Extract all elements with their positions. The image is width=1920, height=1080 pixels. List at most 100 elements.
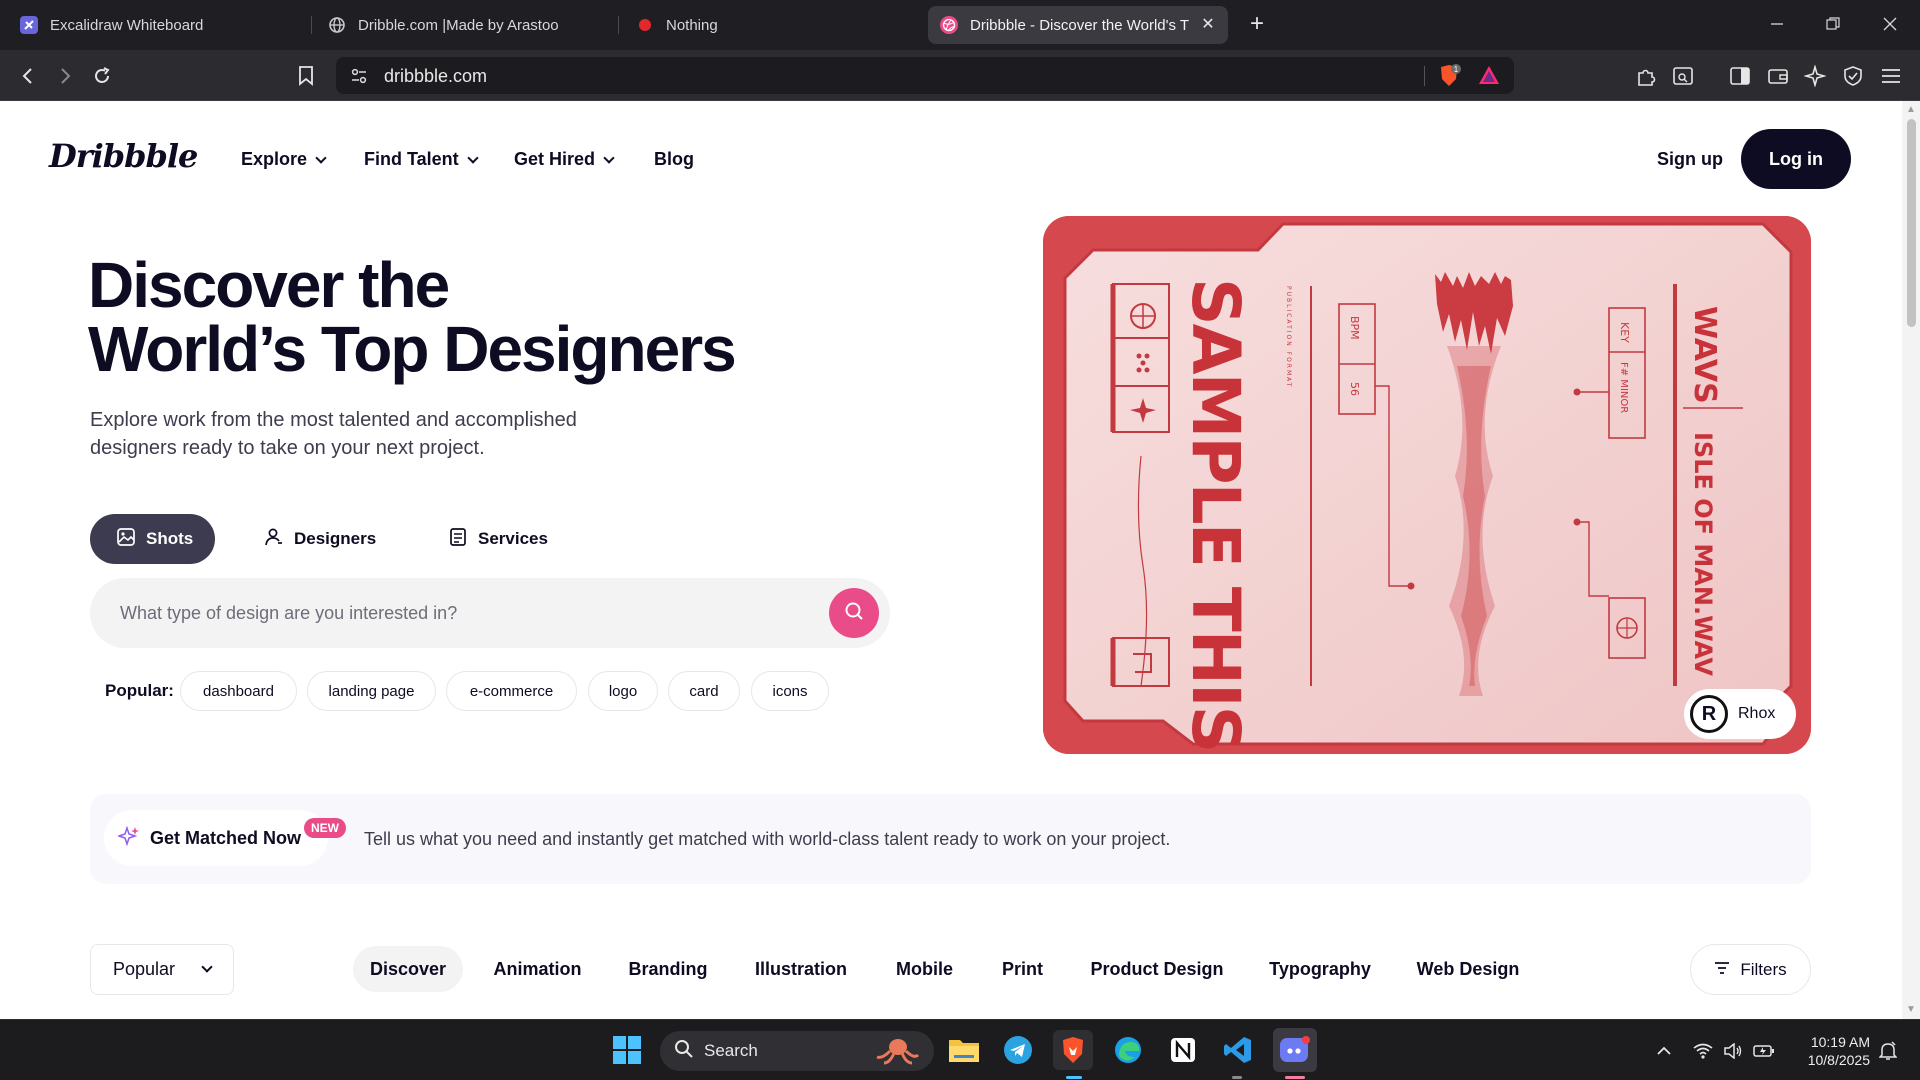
hero-shot-card[interactable]: SAMPLE THIS PUBLICATION FORMAT BPM 56 KE…	[1043, 216, 1811, 754]
leo-ai-icon[interactable]	[1801, 62, 1829, 90]
forward-icon[interactable]	[51, 62, 79, 90]
category-product-design[interactable]: Product Design	[1084, 946, 1230, 992]
nav-blog-label: Blog	[654, 149, 694, 169]
taskbar-clock[interactable]: 10:19 AM 10/8/2025	[1790, 1033, 1870, 1069]
tab-nothing[interactable]: Nothing	[624, 6, 924, 44]
notion-icon[interactable]	[1163, 1030, 1203, 1070]
category-mobile[interactable]: Mobile	[882, 946, 967, 992]
avatar: R	[1690, 695, 1728, 733]
scroll-up-icon[interactable]: ▲	[1906, 105, 1916, 115]
volume-icon[interactable]	[1722, 1039, 1744, 1063]
popular-tag-card[interactable]: card	[668, 671, 740, 711]
brave-shields-icon[interactable]: 1	[1436, 63, 1462, 94]
brave-browser-icon[interactable]	[1053, 1030, 1093, 1070]
notification-bell-icon[interactable]	[1876, 1039, 1900, 1063]
bookmark-icon[interactable]	[292, 62, 320, 90]
battery-icon[interactable]	[1752, 1039, 1776, 1063]
category-discover[interactable]: Discover	[353, 946, 463, 992]
restore-icon[interactable]	[1820, 12, 1846, 38]
taskbar-search-label: Search	[704, 1041, 758, 1060]
hero-title-line-1: Discover the	[88, 249, 450, 321]
address-separator	[1424, 66, 1425, 86]
menu-icon[interactable]	[1877, 62, 1905, 90]
excalidraw-icon	[20, 16, 38, 34]
discord-icon[interactable]	[1273, 1028, 1317, 1072]
edge-icon[interactable]	[1108, 1030, 1148, 1070]
clock-date: 10/8/2025	[1807, 1052, 1870, 1068]
nav-find-talent[interactable]: Find Talent	[364, 149, 479, 170]
sign-up-link[interactable]: Sign up	[1657, 149, 1723, 170]
telegram-icon[interactable]	[998, 1030, 1038, 1070]
dribbble-logo[interactable]: Dribbble	[49, 137, 198, 175]
category-illustration[interactable]: Illustration	[745, 946, 857, 992]
search-bar	[90, 578, 890, 648]
search-tab-services[interactable]: Services	[422, 514, 574, 564]
card-bpm-value: 56	[1348, 382, 1361, 396]
wallet-icon[interactable]	[1764, 62, 1792, 90]
popular-tag-e-commerce[interactable]: e-commerce	[446, 671, 577, 711]
extensions-icon[interactable]	[1632, 62, 1660, 90]
log-in-button[interactable]: Log in	[1741, 129, 1851, 189]
search-button[interactable]	[829, 588, 879, 638]
close-tab-icon[interactable]: ✕	[1198, 15, 1218, 35]
brave-rewards-icon[interactable]	[1478, 65, 1500, 90]
tab-dribbble-active[interactable]: Dribbble - Discover the World's T ✕	[928, 6, 1228, 44]
category-print[interactable]: Print	[990, 946, 1055, 992]
scroll-down-icon[interactable]: ▼	[1906, 1005, 1916, 1015]
search-tab-shots[interactable]: Shots	[90, 514, 215, 564]
filters-button[interactable]: Filters	[1690, 944, 1811, 995]
url-text[interactable]: dribbble.com	[384, 66, 487, 87]
vpn-icon[interactable]	[1839, 62, 1867, 90]
nav-get-hired[interactable]: Get Hired	[514, 149, 615, 170]
chevron-down-icon	[315, 151, 327, 164]
sort-dropdown-value: Popular	[113, 959, 176, 979]
page-content: Dribbble Explore Find Talent Get Hired B…	[0, 101, 1920, 1019]
category-animation[interactable]: Animation	[480, 946, 595, 992]
shot-author-badge[interactable]: R Rhox	[1684, 689, 1796, 739]
new-badge: NEW	[304, 818, 346, 838]
nav-blog[interactable]: Blog	[654, 149, 694, 170]
scroll-thumb[interactable]	[1907, 119, 1916, 327]
chevron-up-icon[interactable]	[1654, 1039, 1674, 1063]
nav-explore[interactable]: Explore	[241, 149, 327, 170]
popular-tag-logo[interactable]: logo	[588, 671, 658, 711]
site-settings-icon[interactable]	[350, 67, 368, 90]
popular-label: Popular:	[105, 681, 174, 700]
active-app-indicator	[1066, 1076, 1082, 1079]
page-scrollbar[interactable]: ▲ ▼	[1902, 101, 1920, 1019]
sort-dropdown[interactable]: Popular	[90, 944, 234, 995]
category-branding[interactable]: Branding	[618, 946, 718, 992]
back-icon[interactable]	[14, 62, 42, 90]
search-input[interactable]	[120, 578, 800, 648]
active-app-indicator	[1285, 1076, 1305, 1079]
category-typography[interactable]: Typography	[1262, 946, 1378, 992]
popular-tag-landing-page[interactable]: landing page	[307, 671, 436, 711]
search-tab-designers[interactable]: Designers	[238, 514, 402, 564]
close-window-icon[interactable]	[1877, 12, 1903, 38]
running-app-indicator	[1232, 1076, 1242, 1079]
category-web-design[interactable]: Web Design	[1408, 946, 1528, 992]
card-side-text-1: WAVS	[1687, 306, 1722, 404]
dribbble-icon	[940, 16, 958, 34]
new-tab-button[interactable]: +	[1244, 12, 1270, 38]
tab-dribble-arastoo[interactable]: Dribble.com |Made by Arastoo	[316, 6, 616, 44]
sidebar-icon[interactable]	[1726, 62, 1754, 90]
popular-tag-dashboard[interactable]: dashboard	[180, 671, 297, 711]
address-bar[interactable]: dribbble.com 1	[336, 57, 1514, 94]
tab-excalidraw[interactable]: Excalidraw Whiteboard	[8, 6, 308, 44]
vscode-icon[interactable]	[1218, 1030, 1258, 1070]
reload-icon[interactable]	[88, 62, 116, 90]
reader-mode-icon[interactable]	[1669, 62, 1697, 90]
taskbar-search[interactable]: Search	[660, 1031, 934, 1071]
wifi-icon[interactable]	[1692, 1039, 1714, 1063]
search-tab-shots-label: Shots	[146, 529, 194, 548]
windows-start-icon[interactable]	[607, 1030, 647, 1070]
browser-tab-bar: Excalidraw Whiteboard Dribble.com |Made …	[0, 0, 1920, 50]
popular-tag-icons[interactable]: icons	[751, 671, 829, 711]
minimize-icon[interactable]	[1764, 12, 1790, 38]
get-matched-button[interactable]: Get Matched Now	[104, 810, 328, 866]
nav-get-hired-label: Get Hired	[514, 149, 596, 169]
card-key-value: F# MINOR	[1618, 362, 1629, 413]
sample-this-artwork: SAMPLE THIS PUBLICATION FORMAT BPM 56 KE…	[1043, 216, 1811, 754]
file-explorer-icon[interactable]	[944, 1030, 984, 1070]
